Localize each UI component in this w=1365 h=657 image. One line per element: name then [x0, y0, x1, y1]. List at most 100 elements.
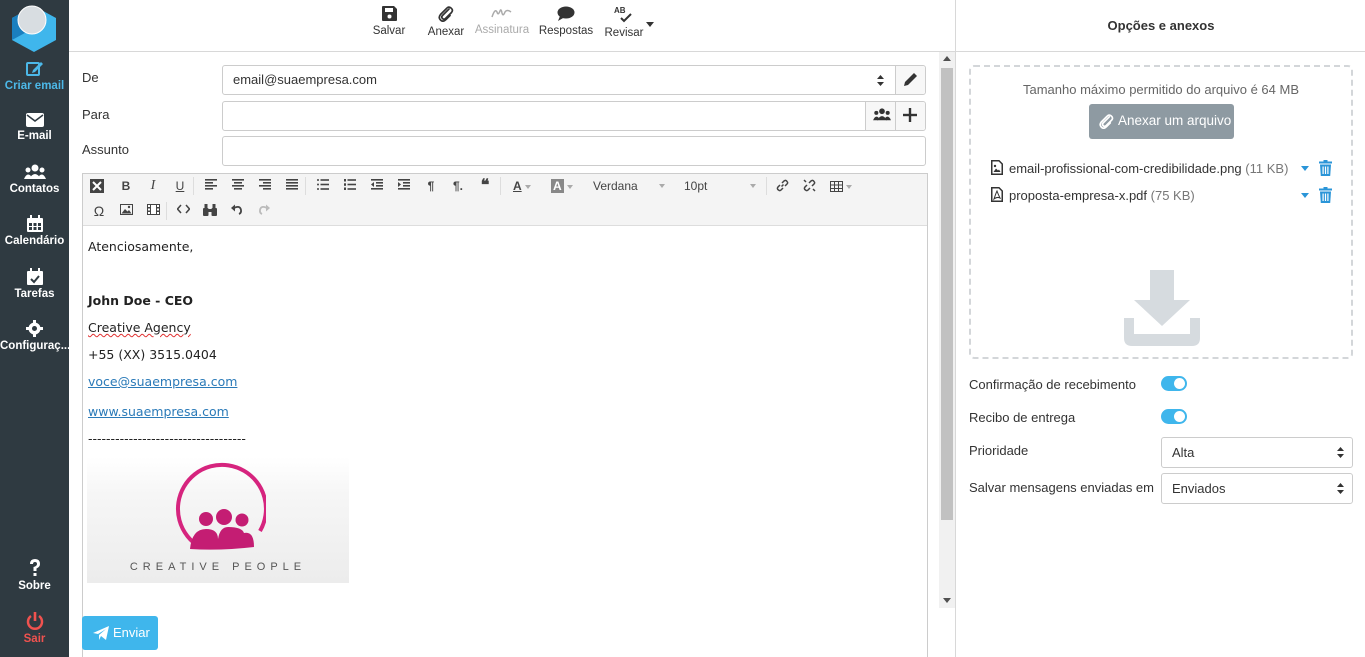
signature-email-link[interactable]: voce@suaempresa.com: [88, 374, 237, 389]
align-right-icon: [259, 179, 271, 190]
justify-button[interactable]: [282, 176, 302, 196]
save-sent-folder-select[interactable]: Enviados: [1161, 473, 1353, 504]
add-recipient-button[interactable]: [895, 102, 925, 130]
undo-button[interactable]: [227, 201, 247, 221]
gear-icon: [26, 320, 43, 337]
signature-label: Assinatura: [474, 24, 530, 36]
attachment-dropzone[interactable]: Tamanho máximo permitido do arquivo é 64…: [969, 65, 1353, 359]
clear-format-button[interactable]: [87, 176, 107, 196]
edit-from-button[interactable]: [895, 66, 925, 94]
outdent-button[interactable]: [367, 176, 387, 196]
review-dropdown-caret[interactable]: [646, 22, 654, 27]
from-select[interactable]: email@suaempresa.com: [222, 65, 926, 95]
priority-select[interactable]: Alta: [1161, 437, 1353, 468]
bold-icon: B: [121, 179, 131, 193]
sidebar-item-criar-email[interactable]: Criar email: [0, 60, 69, 110]
scrollbar-thumb[interactable]: [941, 68, 953, 520]
text-color-button[interactable]: A: [507, 176, 537, 196]
blockquote-button[interactable]: ❝: [475, 176, 495, 196]
insert-table-button[interactable]: [827, 176, 855, 196]
send-button[interactable]: Enviar: [82, 616, 158, 650]
save-button[interactable]: Salvar: [371, 6, 407, 37]
from-label: De: [82, 70, 99, 85]
sidebar-item-contatos[interactable]: Contatos: [0, 164, 69, 214]
font-family-select[interactable]: Verdana: [593, 176, 673, 196]
signature-website-link[interactable]: www.suaempresa.com: [88, 404, 229, 419]
paper-plane-icon: [93, 626, 109, 640]
attachment-menu-caret[interactable]: [1301, 166, 1309, 171]
responses-label: Respostas: [538, 25, 594, 37]
attach-file-label: Anexar um arquivo: [1118, 113, 1232, 128]
review-button[interactable]: AB Revisar: [600, 6, 648, 39]
indent-button[interactable]: [394, 176, 414, 196]
signature-icon: [491, 9, 512, 18]
signature-company[interactable]: Creative Agency: [88, 320, 191, 335]
align-left-button[interactable]: [201, 176, 221, 196]
insert-image-button[interactable]: [116, 201, 136, 221]
signature-logo-image[interactable]: CREATIVE PEOPLE: [87, 457, 349, 583]
underline-button[interactable]: U: [170, 176, 190, 196]
attach-file-button[interactable]: Anexar um arquivo: [1089, 104, 1234, 139]
align-right-button[interactable]: [255, 176, 275, 196]
attachment-item[interactable]: proposta-empresa-x.pdf (75 KB): [989, 186, 1339, 206]
rtl-button[interactable]: ¶.: [448, 176, 468, 196]
attachment-name: email-profissional-com-credibilidade.png: [1009, 161, 1242, 176]
toolbar-separator: [305, 177, 306, 195]
contacts-picker-button[interactable]: [865, 102, 895, 130]
editor-scrollbar[interactable]: [939, 52, 955, 608]
read-receipt-toggle[interactable]: [1161, 376, 1187, 391]
app: Criar email E-mail Contatos Calendário T…: [0, 0, 1365, 657]
attachment-item[interactable]: email-profissional-com-credibilidade.png…: [989, 159, 1339, 179]
envelope-icon: [25, 113, 44, 127]
font-size-select[interactable]: 10pt: [684, 176, 764, 196]
delivery-receipt-toggle[interactable]: [1161, 409, 1187, 424]
signature-name[interactable]: John Doe - CEO: [88, 293, 193, 308]
bold-button[interactable]: B: [116, 176, 136, 196]
trash-icon[interactable]: [1319, 160, 1332, 176]
align-justify-icon: [286, 179, 298, 190]
save-icon: [381, 6, 397, 21]
responses-button[interactable]: Respostas: [538, 6, 594, 37]
redo-icon: [259, 204, 270, 215]
font-family-value: Verdana: [593, 179, 638, 193]
body-greeting[interactable]: Atenciosamente,: [88, 239, 193, 254]
from-value: email@suaempresa.com: [233, 72, 377, 87]
compose-toolbar: Salvar Anexar Assinatura Respostas AB Re…: [69, 0, 955, 52]
bullet-list-button[interactable]: [313, 176, 333, 196]
find-replace-button[interactable]: [200, 201, 220, 221]
insert-link-button[interactable]: [772, 176, 792, 196]
unlink-icon: [802, 179, 816, 192]
sidebar-item-label: Contatos: [9, 183, 60, 195]
sidebar-item-email[interactable]: E-mail: [0, 113, 69, 163]
source-code-button[interactable]: [173, 201, 193, 221]
sidebar-item-sobre[interactable]: Sobre: [0, 559, 69, 609]
to-input[interactable]: [222, 101, 926, 131]
special-char-button[interactable]: Ω: [89, 201, 109, 221]
text-color-icon: A: [512, 179, 522, 193]
sidebar-item-sair[interactable]: Sair: [0, 612, 69, 657]
signature-phone[interactable]: +55 (XX) 3515.0404: [88, 347, 217, 362]
subject-input[interactable]: [222, 136, 926, 166]
code-icon: [176, 204, 190, 214]
sidebar-item-configuracoes[interactable]: Configuraç...: [0, 320, 70, 370]
sidebar-item-calendario[interactable]: Calendário: [0, 215, 69, 265]
attachment-menu-caret[interactable]: [1301, 193, 1309, 198]
trash-icon[interactable]: [1319, 187, 1332, 203]
ltr-button[interactable]: ¶: [421, 176, 441, 196]
insert-media-button[interactable]: [143, 201, 163, 221]
align-center-button[interactable]: [228, 176, 248, 196]
font-size-value: 10pt: [684, 179, 708, 193]
sidebar-item-tarefas[interactable]: Tarefas: [0, 268, 69, 318]
unlink-button[interactable]: [799, 176, 819, 196]
users-icon: [23, 164, 46, 179]
read-receipt-label: Confirmação de recebimento: [969, 377, 1136, 392]
attach-button[interactable]: Anexar: [426, 6, 466, 38]
numbered-list-button[interactable]: [340, 176, 360, 196]
paperclip-icon: [1099, 114, 1114, 129]
redo-button[interactable]: [254, 201, 274, 221]
scroll-down-arrow-icon: [943, 598, 951, 603]
signature-button[interactable]: Assinatura: [473, 6, 531, 36]
background-color-button[interactable]: A: [547, 176, 577, 196]
attachment-size: (75 KB): [1150, 188, 1195, 203]
italic-button[interactable]: I: [143, 176, 163, 196]
